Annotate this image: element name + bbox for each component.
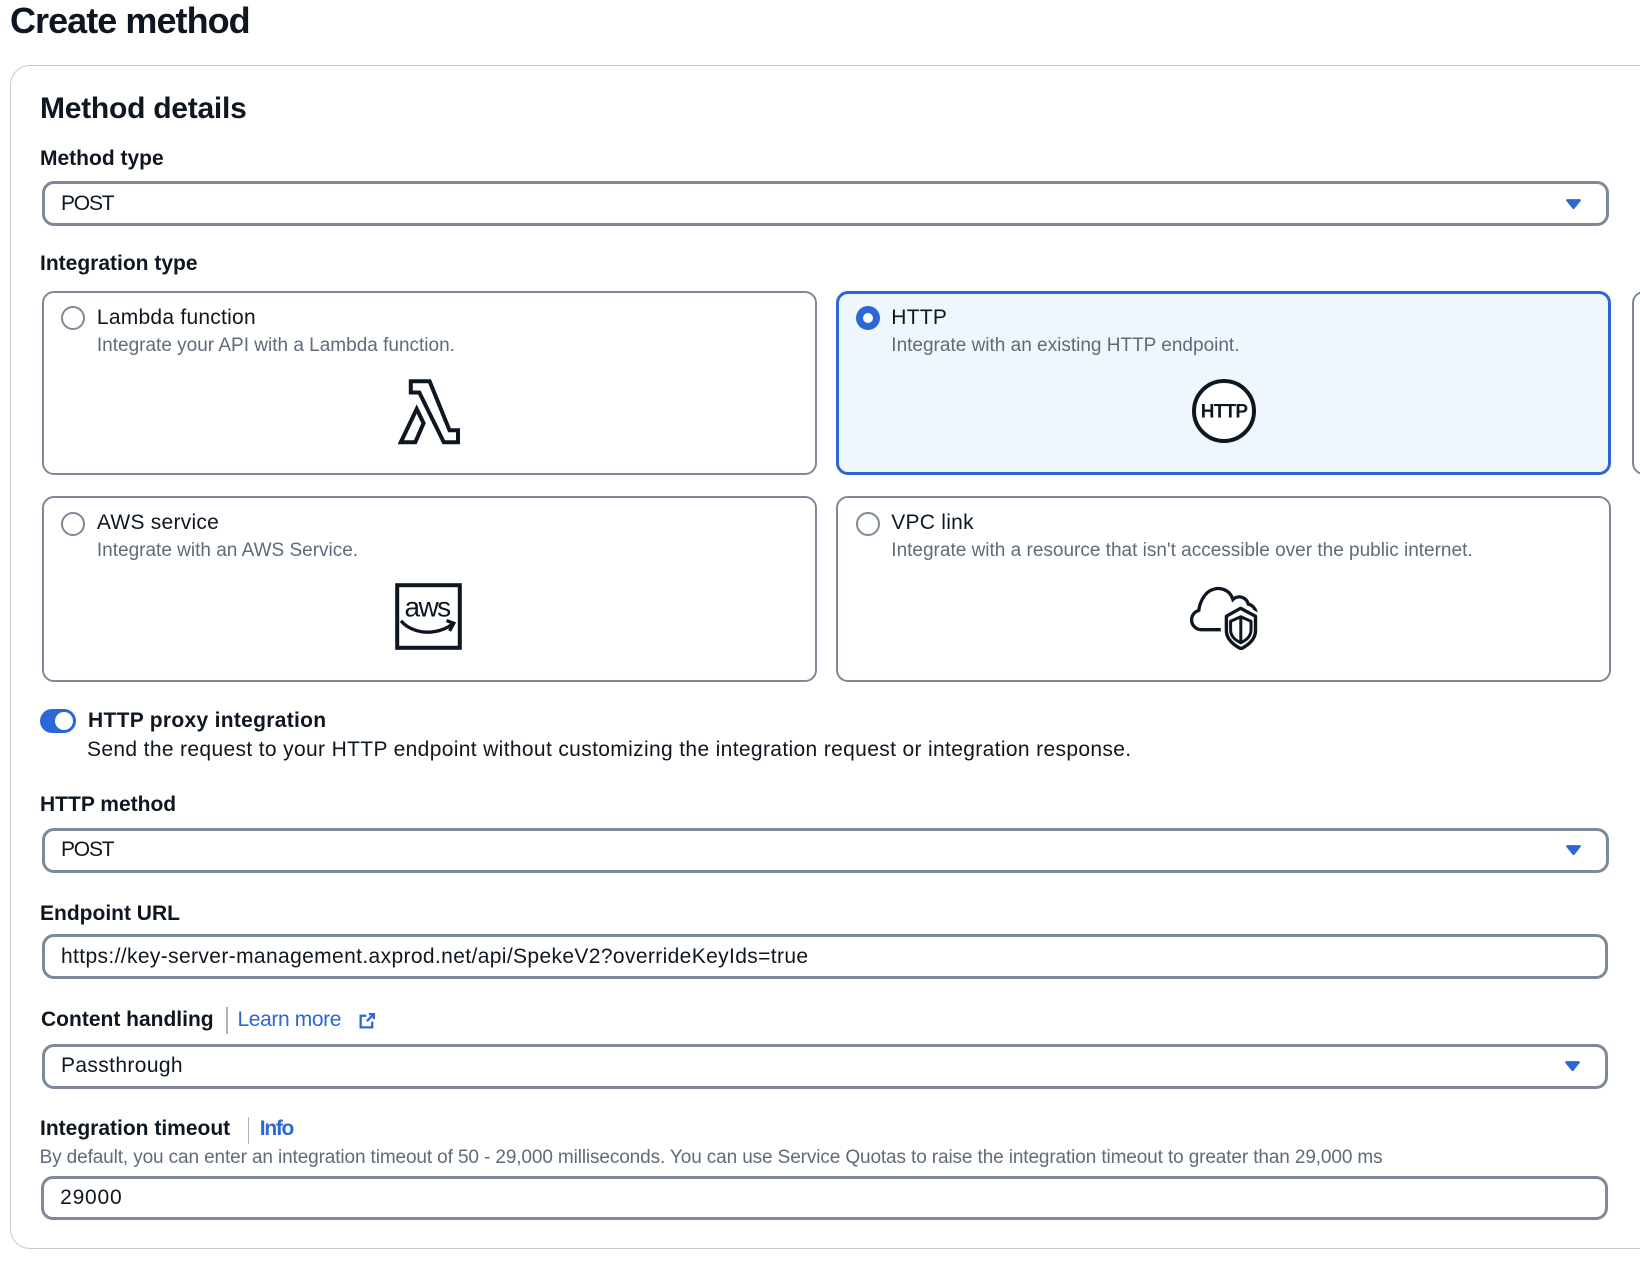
svg-text:HTTP: HTTP bbox=[1200, 401, 1248, 422]
svg-text:aws: aws bbox=[405, 592, 451, 623]
